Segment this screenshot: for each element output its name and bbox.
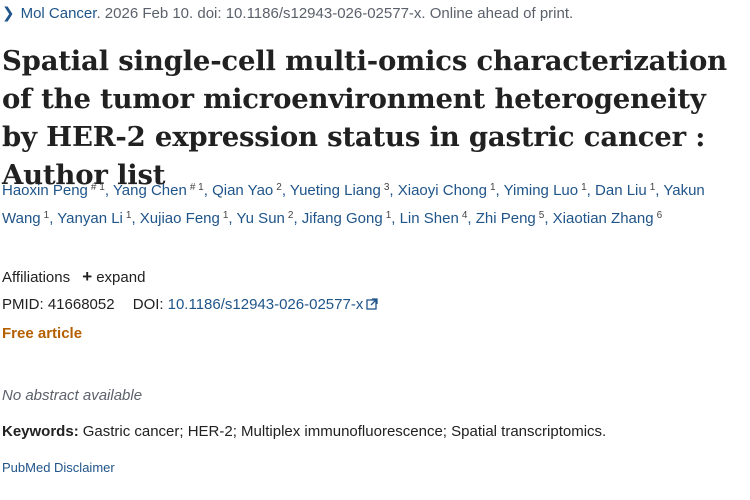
plus-icon: + <box>82 267 93 286</box>
pmid-label: PMID: <box>2 296 44 313</box>
author-separator: , <box>467 210 476 227</box>
author-separator: , <box>586 182 596 199</box>
author-name: Haoxin Peng <box>2 182 88 199</box>
journal-link[interactable]: Mol Cancer <box>21 5 97 22</box>
article-page: ❯ Mol Cancer. 2026 Feb 10. doi: 10.1186/s… <box>0 0 750 500</box>
identifiers-row: PMID: 41668052 DOI: 10.1186/s12943-026-02… <box>2 296 378 313</box>
keywords-row: Keywords: Gastric cancer; HER-2; Multiple… <box>2 423 606 440</box>
author-separator: , <box>203 182 213 199</box>
author-link[interactable]: Yiming Luo 1 <box>504 182 587 199</box>
author-affiliation-marker[interactable]: 6 <box>657 210 663 221</box>
author-link[interactable]: Lin Shen 4 <box>400 210 468 227</box>
author-name: Zhi Peng <box>475 210 536 227</box>
author-link[interactable]: Yueting Liang 3 <box>290 182 389 199</box>
author-name: Yueting Liang <box>289 182 381 199</box>
author-link[interactable]: Zhi Peng 5 <box>476 210 545 227</box>
author-link[interactable]: Yu Sun 2 <box>237 210 294 227</box>
doi-value: 10.1186/s12943-026-02577-x <box>167 296 364 313</box>
author-name: Xujiao Feng <box>139 210 220 227</box>
article-title: Spatial single-cell multi-omics characte… <box>2 45 727 191</box>
free-article-badge[interactable]: Free article <box>2 325 82 342</box>
citation-line: ❯ Mol Cancer. 2026 Feb 10. doi: 10.1186/s… <box>2 4 573 22</box>
author-link[interactable]: Yang Chen # 1 <box>113 182 204 199</box>
author-separator: , <box>131 210 140 227</box>
author-link[interactable]: Xiaoyi Chong 1 <box>398 182 496 199</box>
author-separator: , <box>228 210 237 227</box>
author-name: Yu Sun <box>236 210 285 227</box>
keywords-label: Keywords: <box>2 423 79 440</box>
author-separator: , <box>281 182 290 199</box>
author-name: Yiming Luo <box>503 182 579 199</box>
author-link[interactable]: Jifang Gong 1 <box>302 210 391 227</box>
author-link[interactable]: Yanyan Li 1 <box>57 210 131 227</box>
author-name: Jifang Gong <box>301 210 383 227</box>
author-name: Xiaotian Zhang <box>552 210 654 227</box>
author-separator: , <box>495 182 504 199</box>
affiliations-row: Affiliations + expand <box>2 267 145 287</box>
author-link[interactable]: Xiaotian Zhang 6 <box>553 210 662 227</box>
chevron-right-icon[interactable]: ❯ <box>2 4 15 22</box>
author-name: Dan Liu <box>595 182 647 199</box>
author-affiliation-marker[interactable]: # 1 <box>91 182 105 193</box>
doi-label: DOI: <box>132 296 164 313</box>
author-separator: , <box>389 182 398 199</box>
author-separator: , <box>104 182 113 199</box>
author-name: Lin Shen <box>399 210 459 227</box>
author-link[interactable]: Haoxin Peng # 1 <box>2 182 105 199</box>
author-name: Xiaoyi Chong <box>397 182 487 199</box>
author-separator: , <box>544 210 553 227</box>
author-link[interactable]: Xujiao Feng 1 <box>140 210 229 227</box>
author-separator: , <box>293 210 302 227</box>
keywords-value: Gastric cancer; HER-2; Multiplex immunof… <box>82 423 607 440</box>
doi-link[interactable]: 10.1186/s12943-026-02577-x <box>168 296 379 313</box>
author-name: Qian Yao <box>212 182 274 199</box>
external-link-icon <box>366 298 378 310</box>
author-link[interactable]: Qian Yao 2 <box>212 182 282 199</box>
author-list: Haoxin Peng # 1, Yang Chen # 1, Qian Yao 2,… <box>2 175 737 231</box>
no-abstract-text: No abstract available <box>2 387 143 404</box>
author-separator: , <box>391 210 400 227</box>
author-affiliation-marker[interactable]: # 1 <box>190 182 204 193</box>
expand-label: expand <box>96 269 146 286</box>
affiliations-label: Affiliations <box>2 269 71 286</box>
expand-affiliations-button[interactable]: + expand <box>82 267 146 286</box>
pubmed-disclaimer-link[interactable]: PubMed Disclaimer <box>2 460 115 475</box>
author-name: Yanyan Li <box>57 210 123 227</box>
citation-details: . 2026 Feb 10. doi: 10.1186/s12943-026-0… <box>96 5 574 22</box>
author-link[interactable]: Dan Liu 1 <box>595 182 655 199</box>
author-name: Yang Chen <box>112 182 187 199</box>
pmid-value: 41668052 <box>47 296 115 313</box>
